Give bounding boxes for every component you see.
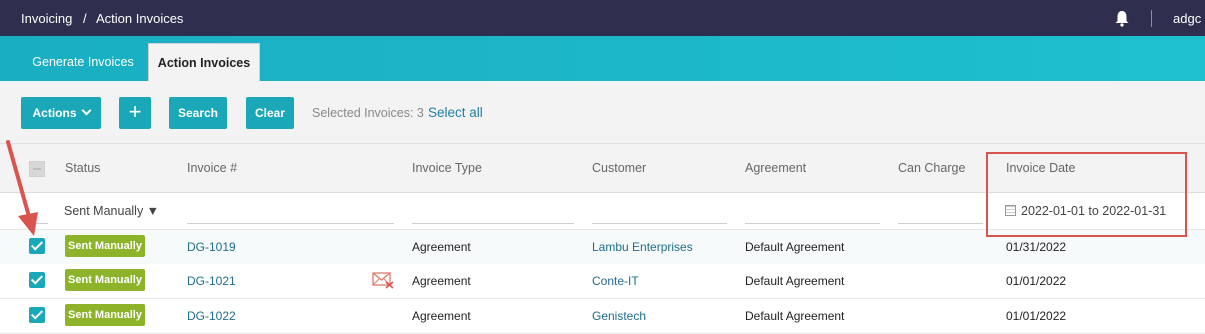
- invoice-type: Agreement: [412, 274, 471, 288]
- bell-icon[interactable]: [1114, 10, 1130, 27]
- tab-action-invoices[interactable]: Action Invoices: [148, 43, 260, 81]
- invoice-number-filter[interactable]: [187, 223, 394, 224]
- column-invoice-number[interactable]: Invoice #: [187, 161, 237, 175]
- breadcrumb-separator: /: [83, 11, 87, 26]
- invoice-type: Agreement: [412, 309, 471, 323]
- breadcrumb-invoicing[interactable]: Invoicing: [21, 11, 72, 26]
- chevron-down-icon: [81, 105, 91, 116]
- breadcrumb-current: Action Invoices: [96, 11, 184, 26]
- tab-generate-invoices[interactable]: Generate Invoices: [20, 43, 146, 81]
- top-bar: Invoicing / Action Invoices adgc: [0, 0, 1205, 36]
- customer-link[interactable]: Conte-IT: [592, 274, 639, 288]
- status-badge: Sent Manually: [65, 269, 145, 291]
- column-customer[interactable]: Customer: [592, 161, 646, 175]
- status-filter-dropdown[interactable]: Sent Manually ▼: [64, 204, 159, 218]
- actions-label: Actions: [32, 106, 77, 120]
- can-charge-filter[interactable]: [898, 223, 983, 224]
- select-all-link[interactable]: Select all: [428, 105, 483, 120]
- invoice-type: Agreement: [412, 240, 471, 254]
- user-name[interactable]: adgc: [1173, 11, 1201, 26]
- invoice-number-link[interactable]: DG-1019: [187, 240, 236, 254]
- column-can-charge[interactable]: Can Charge: [898, 161, 965, 175]
- agreement: Default Agreement: [745, 240, 845, 254]
- toolbar: Actions + Search Clear Selected Invoices…: [0, 81, 1205, 143]
- agreement: Default Agreement: [745, 309, 845, 323]
- table-row[interactable]: Sent Manually DG-1022 Agreement Genistec…: [0, 299, 1205, 334]
- row-checkbox[interactable]: [29, 307, 45, 323]
- column-status[interactable]: Status: [65, 161, 100, 175]
- row-checkbox[interactable]: [29, 238, 45, 254]
- status-badge: Sent Manually: [65, 304, 145, 326]
- customer-link[interactable]: Lambu Enterprises: [592, 240, 693, 254]
- customer-filter[interactable]: [592, 223, 727, 224]
- invoice-number-link[interactable]: DG-1021: [187, 274, 236, 288]
- tab-bar: Generate Invoices Action Invoices: [0, 36, 1205, 81]
- row-checkbox[interactable]: [29, 272, 45, 288]
- email-failed-icon[interactable]: [372, 271, 394, 289]
- column-invoice-type[interactable]: Invoice Type: [412, 161, 482, 175]
- header-divider: [1151, 10, 1152, 27]
- search-button[interactable]: Search: [169, 97, 227, 129]
- invoice-date: 01/01/2022: [1006, 309, 1067, 323]
- add-button[interactable]: +: [119, 97, 151, 129]
- actions-button[interactable]: Actions: [21, 97, 101, 129]
- invoice-type-filter[interactable]: [412, 223, 574, 224]
- agreement: Default Agreement: [745, 274, 845, 288]
- agreement-filter[interactable]: [745, 223, 880, 224]
- annotation-arrow-icon: [6, 140, 38, 236]
- status-badge: Sent Manually: [65, 235, 145, 257]
- customer-link[interactable]: Genistech: [592, 309, 646, 323]
- selected-invoices-count: Selected Invoices: 3: [312, 106, 424, 120]
- clear-button[interactable]: Clear: [246, 97, 294, 129]
- table-row[interactable]: Sent Manually DG-1021 Agreement Conte-IT…: [0, 264, 1205, 299]
- invoice-date: 01/31/2022: [1006, 240, 1067, 254]
- invoice-number-link[interactable]: DG-1022: [187, 309, 236, 323]
- column-agreement[interactable]: Agreement: [745, 161, 806, 175]
- invoice-date: 01/01/2022: [1006, 274, 1067, 288]
- annotation-highlight-box: [986, 152, 1187, 237]
